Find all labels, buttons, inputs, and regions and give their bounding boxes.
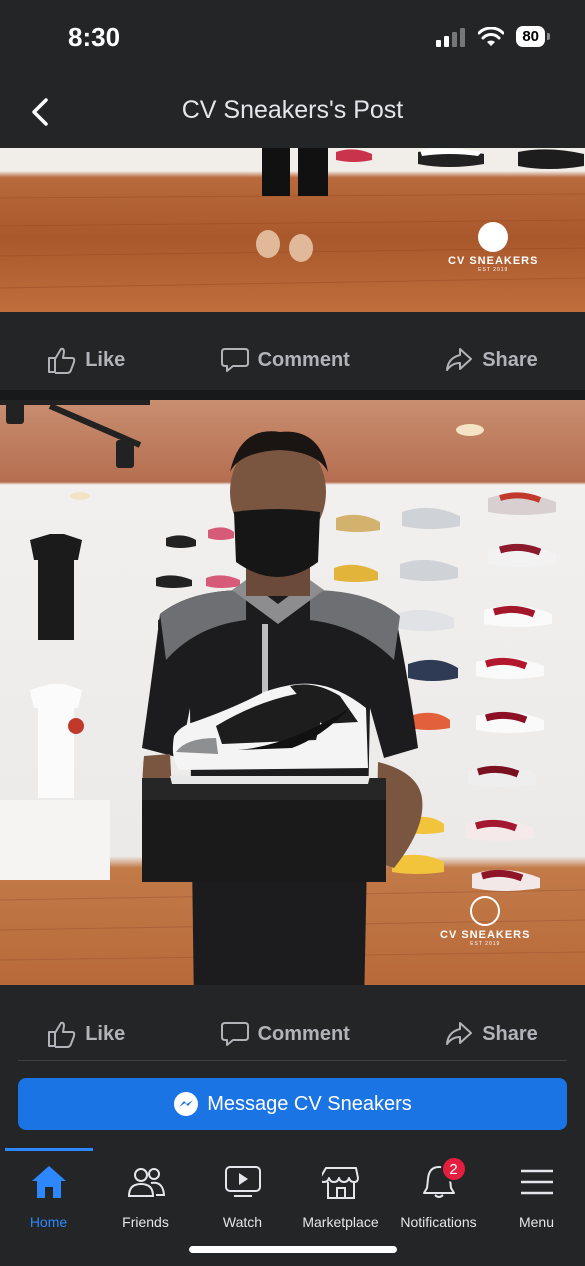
tab-label: Watch: [222, 1214, 263, 1230]
nav-header: CV Sneakers's Post: [0, 80, 585, 148]
watermark: CV SNEAKERS EST 2019: [440, 896, 530, 947]
messenger-icon: [174, 1092, 199, 1116]
notification-badge: 2: [440, 1156, 467, 1182]
menu-icon: [517, 1162, 557, 1202]
share-label: Share: [482, 1022, 538, 1045]
post-photo-1[interactable]: CV SNEAKERS EST 2019: [0, 148, 585, 312]
watermark-text: CV SNEAKERS: [448, 255, 539, 267]
like-button[interactable]: Like: [47, 346, 125, 374]
like-label: Like: [85, 348, 126, 371]
watermark-est: EST 2019: [470, 941, 501, 947]
share-icon: [446, 1022, 473, 1045]
share-button[interactable]: Share: [444, 1020, 538, 1048]
comment-button[interactable]: Comment: [220, 346, 350, 374]
battery-indicator: 80: [516, 26, 550, 47]
thumbs-up-icon: [48, 1021, 76, 1048]
tab-home[interactable]: Home: [0, 1162, 97, 1230]
status-bar: 8:30 80: [0, 0, 585, 80]
post-2-actions: Like Comment Share: [0, 1002, 585, 1066]
status-time: 8:30: [68, 22, 121, 52]
logo-icon: [470, 896, 501, 926]
comment-label: Comment: [257, 1022, 350, 1045]
message-page-button[interactable]: Message CV Sneakers: [18, 1078, 567, 1130]
watermark: CV SNEAKERS EST 2019: [448, 222, 538, 273]
watch-icon: [223, 1162, 263, 1202]
logo-icon: [478, 222, 509, 252]
wifi-icon: [478, 26, 505, 46]
marketplace-icon: [321, 1162, 361, 1202]
page-title: CV Sneakers's Post: [181, 96, 404, 124]
comment-icon: [220, 1022, 249, 1046]
signal-icon: [436, 27, 466, 47]
share-button[interactable]: Share: [444, 346, 538, 374]
tab-label: Friends: [122, 1214, 169, 1230]
tab-label: Notifications: [400, 1214, 477, 1230]
tab-label: Menu: [518, 1214, 555, 1230]
home-icon: [29, 1162, 69, 1202]
comment-icon: [220, 348, 249, 372]
bell-icon: 2: [419, 1156, 467, 1202]
tab-marketplace[interactable]: Marketplace: [292, 1162, 389, 1230]
watermark-text: CV SNEAKERS: [440, 929, 531, 941]
friends-icon: [126, 1162, 166, 1202]
like-button[interactable]: Like: [47, 1020, 125, 1048]
feed-separator: [0, 390, 585, 400]
active-tab-indicator: [5, 1148, 93, 1151]
tab-friends[interactable]: Friends: [97, 1162, 194, 1230]
comment-label: Comment: [257, 348, 350, 371]
tab-watch[interactable]: Watch: [194, 1162, 291, 1230]
home-indicator: [189, 1246, 397, 1253]
post-1-actions: Like Comment Share: [0, 328, 585, 392]
post-photo-2[interactable]: CV SNEAKERS EST 2019: [0, 400, 585, 985]
status-icons: 80: [436, 26, 550, 47]
share-icon: [446, 348, 473, 371]
tab-menu[interactable]: Menu: [488, 1162, 585, 1230]
bottom-tab-bar: Home Friends Watch Marketplace 2 Notific…: [0, 1148, 585, 1266]
divider: [18, 1060, 567, 1061]
tab-notifications[interactable]: 2 Notifications: [390, 1156, 487, 1230]
message-button-label: Message CV Sneakers: [207, 1092, 412, 1115]
like-label: Like: [85, 1022, 126, 1045]
share-label: Share: [482, 348, 538, 371]
tab-label: Marketplace: [302, 1214, 379, 1230]
watermark-est: EST 2019: [478, 267, 509, 273]
thumbs-up-icon: [48, 347, 76, 374]
comment-button[interactable]: Comment: [220, 1020, 350, 1048]
tab-label: Home: [29, 1214, 68, 1230]
